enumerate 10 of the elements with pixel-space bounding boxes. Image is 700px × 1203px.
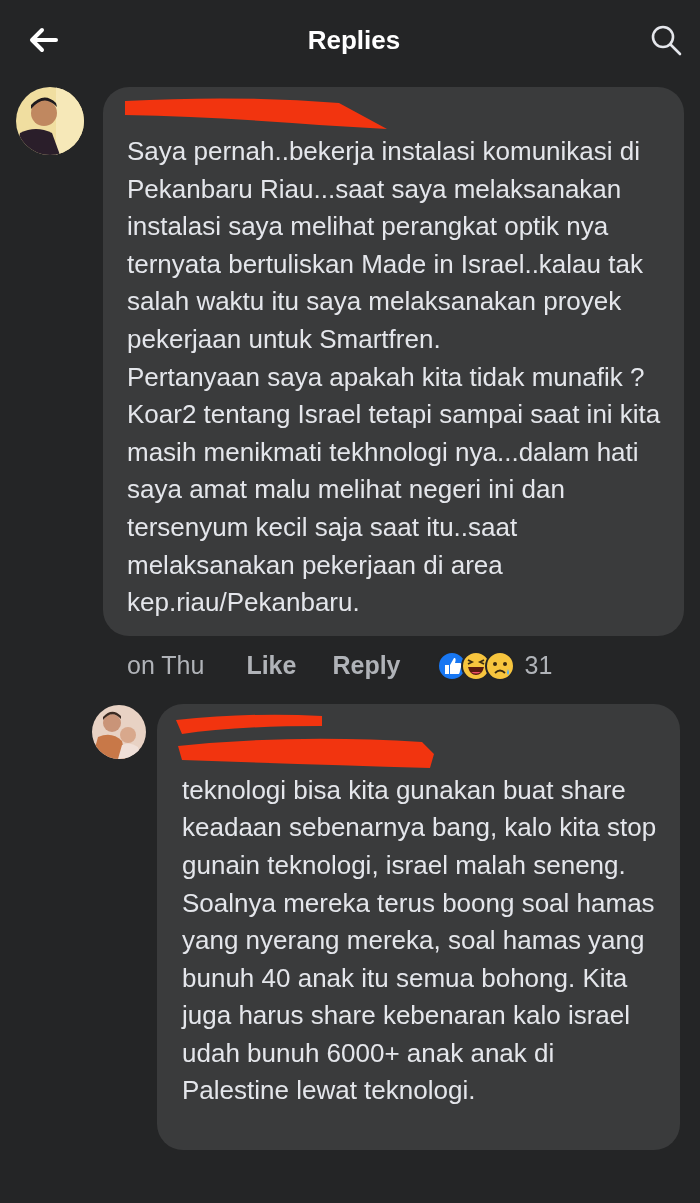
like-button[interactable]: Like: [246, 651, 297, 681]
sad-face-icon: [484, 650, 515, 681]
back-arrow-icon[interactable]: [28, 27, 58, 53]
search-icon[interactable]: [650, 24, 682, 56]
comment-text: Saya pernah..bekerja instalasi komunikasi di Pekanbaru Riau...saat saya melaksanakan instalasi saya melihat perangkat optik nya ternyata bertuliskan Made in Israel..kalau tak salah waktu itu saya melaksanakan proyek pekerjaan untuk Smartfren. Pertanyaan saya apakah kita tidak munafik ? Koar2 tentang Israel tetapi sampai saat ini kita masih menikmati tekhnologi nya...dalam hati saya amat malu melihat negeri ini dan tersenyum kecil saja saat itu..saat melaksanakan pekerjaan di area kep.riau/Pekanbaru.: [127, 135, 662, 620]
reply-text: teknologi bisa kita gunakan buat share keadaan sebenarnya bang, kalo kita stop gunain teknologi, israel malah seneng. Soalnya mereka terus boong soal hamas yang nyerang mereka, soal hamas yang bunuh 40 anak itu semua bohong. Kita juga harus share kebenaran kalo israel udah bunuh 6000+ anak anak di Palestine lewat teknologi.: [182, 773, 658, 1108]
reply-button[interactable]: Reply: [332, 651, 401, 681]
page-title: Replies: [307, 24, 401, 56]
comment-time: on Thu: [127, 651, 205, 681]
reaction-count: 31: [524, 651, 553, 681]
